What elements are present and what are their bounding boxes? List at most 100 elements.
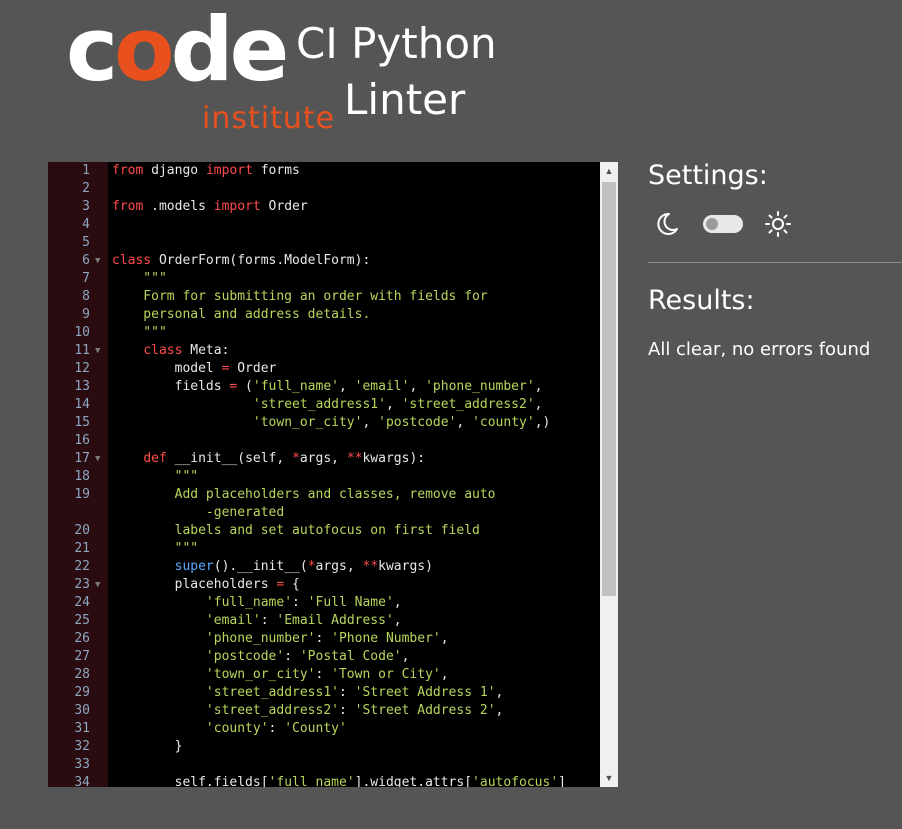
- code-line[interactable]: 11 ▼ class Meta:: [48, 342, 600, 360]
- code-text: 'full_name': 'Full Name',: [205, 595, 402, 610]
- sun-icon: [764, 210, 792, 243]
- code-line[interactable]: 7 """: [48, 270, 600, 288]
- line-number: 11: [74, 343, 90, 358]
- code-text: from django import forms: [112, 163, 300, 178]
- code-text: """: [112, 541, 199, 556]
- line-number: 23: [74, 577, 90, 592]
- code-line[interactable]: 6 ▼ class OrderForm(forms.ModelForm):: [48, 252, 600, 270]
- line-number: 20: [74, 523, 90, 538]
- code-line[interactable]: 30 'street_address2': 'Street Address 2'…: [48, 702, 600, 720]
- line-number: 16: [74, 433, 90, 448]
- line-number: 13: [74, 379, 90, 394]
- code-editor[interactable]: 1 from django import forms 2 3 from .models …: [48, 162, 618, 787]
- fold-arrow-icon[interactable]: ▼: [95, 252, 100, 270]
- code-text: placeholders = {: [112, 577, 300, 592]
- line-number: 26: [74, 631, 90, 646]
- toggle-knob: [706, 218, 718, 230]
- code-area[interactable]: 1 from django import forms 2 3 from .models …: [48, 162, 600, 787]
- code-line[interactable]: 18 """: [48, 468, 600, 486]
- line-number: 15: [74, 415, 90, 430]
- code-line[interactable]: 17 ▼ def __init__(self, *args, **kwargs):: [48, 450, 600, 468]
- line-number: 1: [82, 163, 90, 178]
- fold-arrow-icon[interactable]: ▼: [95, 342, 100, 360]
- code-line[interactable]: 5: [48, 234, 600, 252]
- line-number: 25: [74, 613, 90, 628]
- code-line[interactable]: 24 'full_name': 'Full Name',: [48, 594, 600, 612]
- code-text: 'town_or_city': 'Town or City',: [205, 667, 449, 682]
- code-line[interactable]: 3 from .models import Order: [48, 198, 600, 216]
- scroll-up-arrow-icon[interactable]: ▲: [600, 162, 618, 180]
- editor-scrollbar[interactable]: ▲ ▼: [600, 162, 618, 787]
- line-number: 14: [74, 397, 90, 412]
- code-line[interactable]: 16: [48, 432, 600, 450]
- line-number: 3: [82, 199, 90, 214]
- code-line[interactable]: 23 ▼ placeholders = {: [48, 576, 600, 594]
- theme-toggle[interactable]: [703, 215, 743, 233]
- line-number: 29: [74, 685, 90, 700]
- code-line[interactable]: 20 labels and set autofocus on first fie…: [48, 522, 600, 540]
- line-number: 6: [82, 253, 90, 268]
- line-number: 31: [74, 721, 90, 736]
- code-line[interactable]: 21 """: [48, 540, 600, 558]
- code-text: class OrderForm(forms.ModelForm):: [112, 253, 371, 268]
- code-line[interactable]: 32 }: [48, 738, 600, 756]
- line-number: 27: [74, 649, 90, 664]
- code-line[interactable]: 29 'street_address1': 'Street Address 1'…: [48, 684, 600, 702]
- fold-arrow-icon[interactable]: ▼: [95, 450, 100, 468]
- code-line[interactable]: 26 'phone_number': 'Phone Number',: [48, 630, 600, 648]
- line-number: 12: [74, 361, 90, 376]
- code-text: personal and address details.: [112, 307, 371, 322]
- line-number: 18: [74, 469, 90, 484]
- line-number: 5: [82, 235, 90, 250]
- line-number: 30: [74, 703, 90, 718]
- code-text: """: [112, 271, 167, 286]
- code-line[interactable]: 34 self.fields['full_name'].widget.attrs…: [48, 774, 600, 787]
- code-text: 'street_address1': 'Street Address 1',: [205, 685, 504, 700]
- line-number: 21: [74, 541, 90, 556]
- code-line[interactable]: 15 'town_or_city', 'postcode', 'county',…: [48, 414, 600, 432]
- code-line[interactable]: 31 'county': 'County': [48, 720, 600, 738]
- code-text: def __init__(self, *args, **kwargs):: [143, 451, 426, 466]
- code-text: from .models import Order: [112, 199, 308, 214]
- line-number: 4: [82, 217, 90, 232]
- code-text: """: [112, 325, 167, 340]
- code-line[interactable]: 10 """: [48, 324, 600, 342]
- code-text: 'email': 'Email Address',: [205, 613, 402, 628]
- code-line[interactable]: 19 Add placeholders and classes, remove …: [48, 486, 600, 522]
- code-line[interactable]: 25 'email': 'Email Address',: [48, 612, 600, 630]
- app-title: CI Python Linter: [296, 16, 497, 128]
- code-line[interactable]: 22 super().__init__(*args, **kwargs): [48, 558, 600, 576]
- code-line[interactable]: 4: [48, 216, 600, 234]
- line-number: 34: [74, 775, 90, 787]
- line-number: 33: [74, 757, 90, 772]
- code-line[interactable]: 1 from django import forms: [48, 162, 600, 180]
- code-line[interactable]: 33: [48, 756, 600, 774]
- code-line[interactable]: 13 fields = ('full_name', 'email', 'phon…: [48, 378, 600, 396]
- line-number: 8: [82, 289, 90, 304]
- code-text: model = Order: [112, 361, 277, 376]
- line-number: 17: [74, 451, 90, 466]
- code-text: fields = ('full_name', 'email', 'phone_n…: [112, 379, 543, 394]
- code-line[interactable]: 14 'street_address1', 'street_address2',: [48, 396, 600, 414]
- code-text: 'phone_number': 'Phone Number',: [205, 631, 449, 646]
- results-heading: Results:: [648, 285, 755, 316]
- settings-heading: Settings:: [648, 160, 768, 191]
- code-line[interactable]: 8 Form for submitting an order with fiel…: [48, 288, 600, 306]
- code-text: 'street_address2': 'Street Address 2',: [205, 703, 504, 718]
- code-line[interactable]: 12 model = Order: [48, 360, 600, 378]
- code-line[interactable]: 27 'postcode': 'Postal Code',: [48, 648, 600, 666]
- code-line[interactable]: 2: [48, 180, 600, 198]
- panel-divider: [648, 262, 902, 263]
- scrollbar-thumb[interactable]: [602, 182, 616, 596]
- line-number: 32: [74, 739, 90, 754]
- fold-arrow-icon[interactable]: ▼: [95, 576, 100, 594]
- code-line[interactable]: 9 personal and address details.: [48, 306, 600, 324]
- moon-icon: [652, 210, 680, 243]
- line-number: 2: [82, 181, 90, 196]
- app-title-line2: Linter: [344, 75, 466, 124]
- line-number: 10: [74, 325, 90, 340]
- code-text: 'town_or_city', 'postcode', 'county',): [252, 415, 551, 430]
- scroll-down-arrow-icon[interactable]: ▼: [600, 769, 618, 787]
- code-text: labels and set autofocus on first field: [112, 523, 480, 538]
- code-line[interactable]: 28 'town_or_city': 'Town or City',: [48, 666, 600, 684]
